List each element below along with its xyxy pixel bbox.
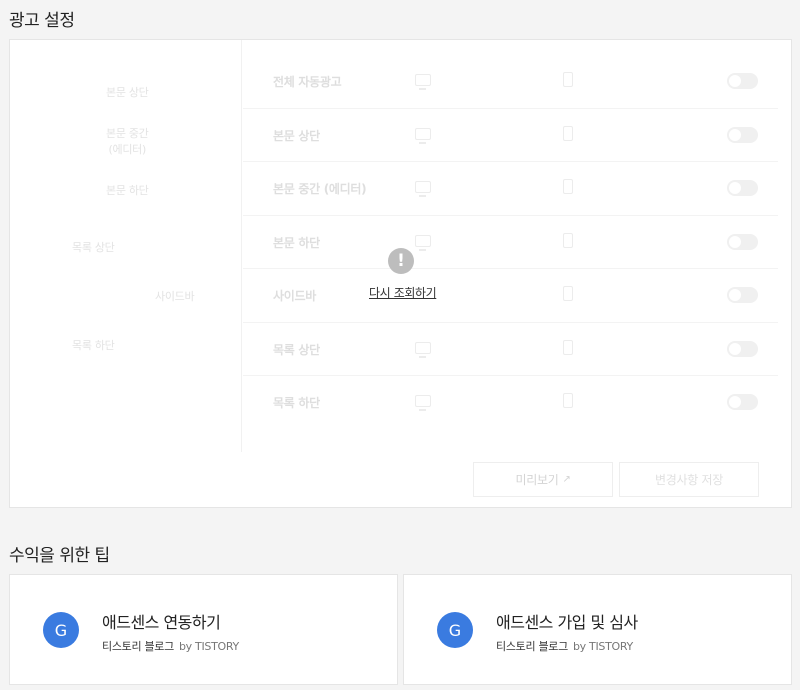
preview-button-label: 미리보기 <box>515 473 559 487</box>
tip-title: 애드센스 가입 및 심사 <box>496 613 638 632</box>
mobile-checkbox-icon[interactable] <box>563 232 573 248</box>
preview-button[interactable]: 미리보기 ↗ <box>473 462 613 497</box>
ad-toggle-switch[interactable] <box>727 287 758 303</box>
tips-title: 수익을 위한 팁 <box>9 546 110 566</box>
mobile-checkbox-icon[interactable] <box>563 286 573 301</box>
preview-label-middle: 본문 중간 (에디터) <box>106 127 149 156</box>
mobile-checkbox-icon[interactable] <box>563 393 573 408</box>
google-avatar-icon: G <box>437 612 473 648</box>
ad-row-body-middle: 본문 중간 (에디터) <box>243 162 778 216</box>
retry-link[interactable]: 다시 조회하기 <box>369 284 437 301</box>
ad-toggle-switch[interactable] <box>727 73 758 89</box>
google-avatar-icon: G <box>43 612 79 648</box>
preview-label-sidebar: 사이드바 <box>155 290 195 303</box>
ad-toggle-switch[interactable] <box>727 340 758 357</box>
ad-row-label: 사이드바 <box>273 289 316 303</box>
tip-source: 티스토리 블로그 by TISTORY <box>102 640 239 653</box>
ad-toggle-switch[interactable] <box>727 394 758 410</box>
ad-position-preview: 본문 상단 본문 중간 (에디터) 본문 하단 목록 상단 사이드바 목록 하단 <box>10 40 242 452</box>
ad-toggle-switch[interactable] <box>727 233 758 250</box>
mobile-checkbox-icon[interactable] <box>563 125 573 141</box>
ad-row-list-top: 목록 상단 <box>243 323 778 376</box>
ad-row-label: 본문 상단 <box>273 128 320 143</box>
preview-label-top: 본문 상단 <box>106 86 149 99</box>
ad-toggle-switch[interactable] <box>727 180 758 196</box>
save-changes-button[interactable]: 변경사항 저장 <box>619 462 759 497</box>
mobile-checkbox-icon[interactable] <box>563 72 573 87</box>
tip-card-adsense-signup[interactable]: G 애드센스 가입 및 심사 티스토리 블로그 by TISTORY <box>403 574 792 685</box>
tip-source: 티스토리 블로그 by TISTORY <box>496 640 633 653</box>
ad-settings-card: 본문 상단 본문 중간 (에디터) 본문 하단 목록 상단 사이드바 목록 하단… <box>9 39 792 508</box>
ad-row-label: 목록 상단 <box>273 342 320 357</box>
pc-checkbox-icon[interactable] <box>415 395 431 411</box>
mobile-checkbox-icon[interactable] <box>563 339 573 355</box>
ad-row-auto: 전체 자동광고 <box>243 55 778 109</box>
tip-title: 애드센스 연동하기 <box>102 613 221 632</box>
pc-checkbox-icon[interactable] <box>415 341 431 358</box>
preview-label-list-top: 목록 상단 <box>72 241 115 254</box>
ad-row-body-bottom: 본문 하단 <box>243 216 778 269</box>
ad-row-body-top: 본문 상단 <box>243 109 778 162</box>
ad-row-label: 본문 하단 <box>273 235 320 250</box>
preview-label-list-bottom: 목록 하단 <box>72 339 115 352</box>
pc-checkbox-icon[interactable] <box>415 127 431 144</box>
ad-row-list-bottom: 목록 하단 <box>243 376 778 430</box>
external-link-icon: ↗ <box>562 474 571 485</box>
pc-checkbox-icon[interactable] <box>415 181 431 197</box>
ad-toggle-switch[interactable] <box>727 126 758 143</box>
ad-settings-title: 광고 설정 <box>9 11 75 31</box>
mobile-checkbox-icon[interactable] <box>563 179 573 194</box>
ad-row-label: 목록 하단 <box>273 396 320 410</box>
ad-settings-rows: 전체 자동광고 본문 상단 본문 중간 (에디터) 본문 하단 사이드바 목록 … <box>243 55 778 430</box>
tip-card-adsense-connect[interactable]: G 애드센스 연동하기 티스토리 블로그 by TISTORY <box>9 574 398 685</box>
alert-icon: ! <box>388 248 414 274</box>
pc-checkbox-icon[interactable] <box>415 234 431 251</box>
pc-checkbox-icon[interactable] <box>415 74 431 90</box>
ad-row-label: 본문 중간 (에디터) <box>273 182 367 196</box>
ad-row-label: 전체 자동광고 <box>273 75 342 89</box>
ad-row-sidebar: 사이드바 <box>243 269 778 323</box>
preview-label-bottom: 본문 하단 <box>106 184 149 197</box>
